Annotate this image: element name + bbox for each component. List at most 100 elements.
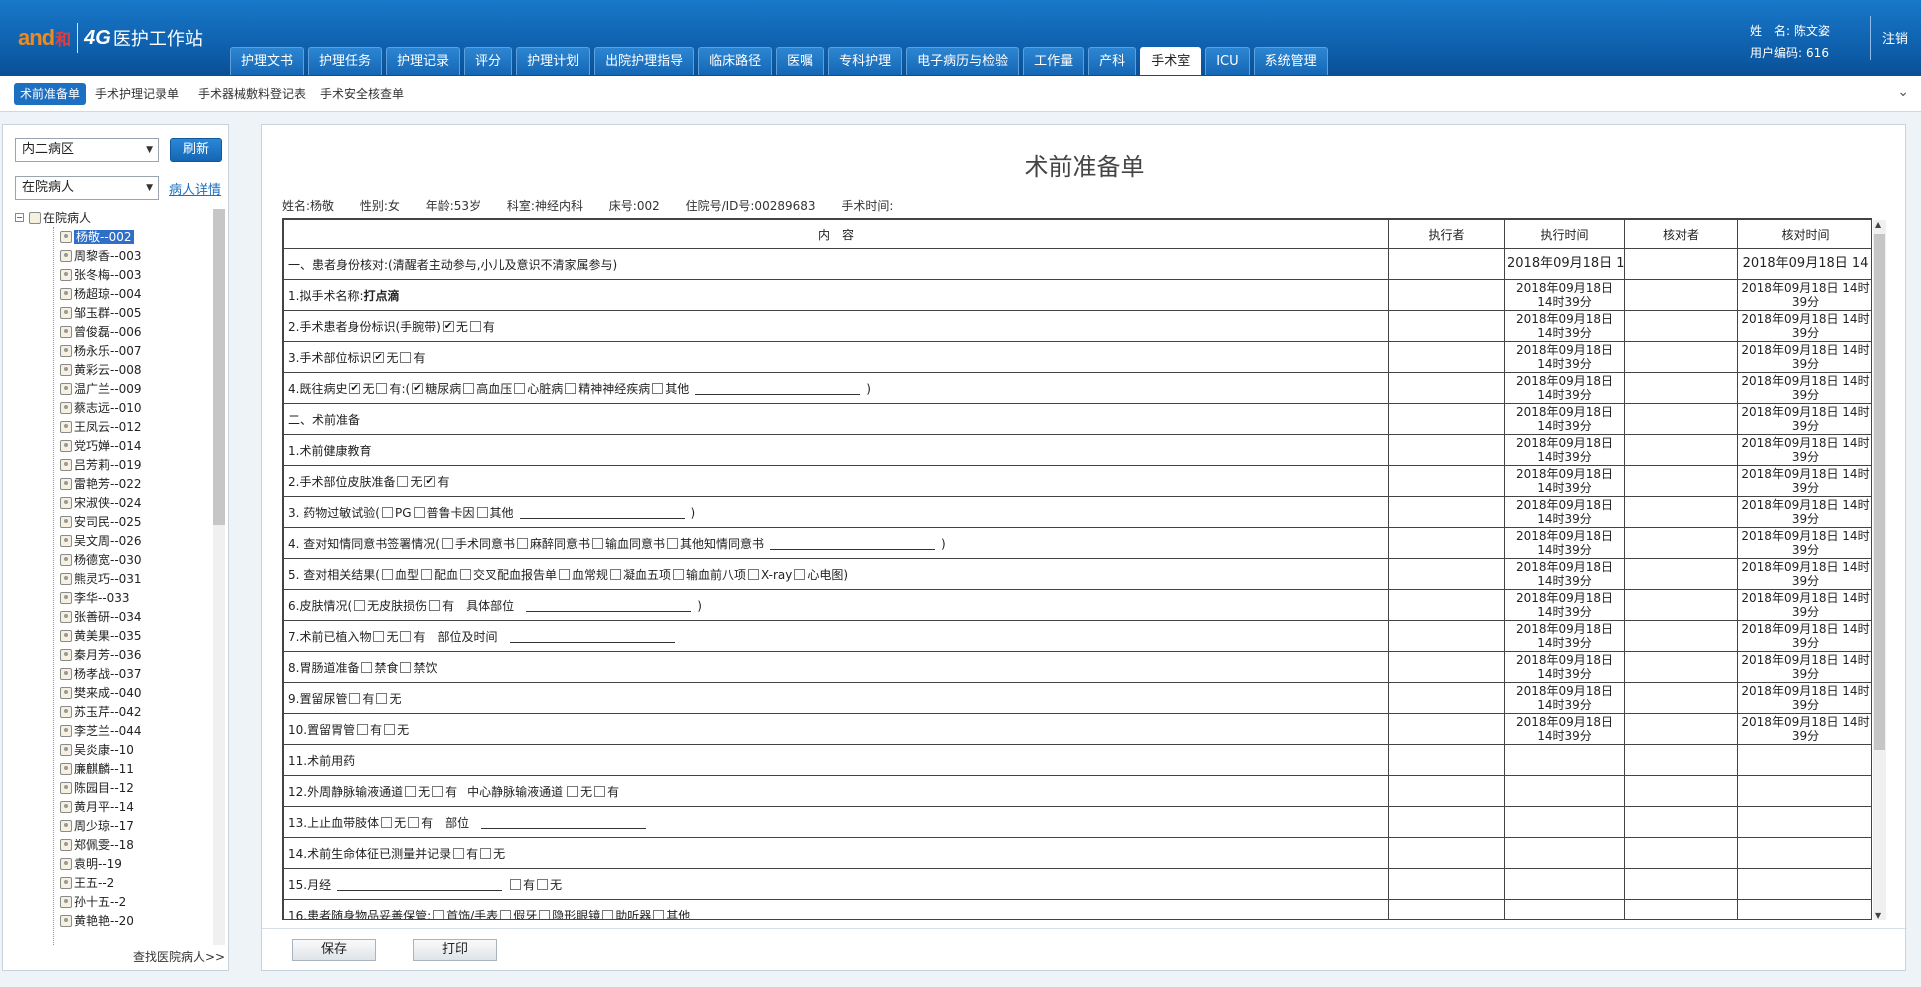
- option-checkbox[interactable]: [381, 506, 393, 518]
- check-time-cell[interactable]: 2018年09月18日 14时39分: [1737, 341, 1871, 373]
- checker-cell[interactable]: [1624, 558, 1738, 590]
- patient-tree-item[interactable]: 王凤云--012: [60, 418, 142, 436]
- executor-cell[interactable]: [1388, 279, 1505, 311]
- nav-tab-2[interactable]: 护理记录: [386, 47, 461, 75]
- executor-cell[interactable]: [1388, 775, 1505, 807]
- option-checkbox[interactable]: [459, 568, 471, 580]
- search-patient-link[interactable]: 查找医院病人>>: [133, 948, 225, 965]
- patient-detail-link[interactable]: 病人详情: [169, 179, 221, 198]
- option-checkbox[interactable]: [420, 568, 432, 580]
- executor-cell[interactable]: [1388, 713, 1505, 745]
- executor-cell[interactable]: [1388, 868, 1505, 900]
- executor-cell[interactable]: [1388, 310, 1505, 342]
- patient-tree-item[interactable]: 雷艳芳--022: [60, 475, 142, 493]
- check-time-cell[interactable]: [1737, 744, 1871, 776]
- checker-cell[interactable]: [1624, 465, 1738, 497]
- logout-link[interactable]: 注销: [1882, 28, 1908, 47]
- check-time-cell[interactable]: 2018年09月18日 14时39分: [1737, 558, 1871, 590]
- option-checkbox[interactable]: [400, 630, 412, 642]
- option-checkbox[interactable]: [412, 382, 424, 394]
- executor-cell[interactable]: [1388, 496, 1505, 528]
- patient-tree-item[interactable]: 宋淑侠--024: [60, 494, 142, 512]
- nav-tab-8[interactable]: 专科护理: [828, 47, 903, 75]
- option-checkbox[interactable]: [429, 599, 441, 611]
- option-checkbox[interactable]: [354, 599, 366, 611]
- check-time-cell[interactable]: 2018年09月18日 14时39分: [1737, 403, 1871, 435]
- exec-time-cell[interactable]: [1504, 806, 1625, 838]
- option-checkbox[interactable]: [381, 568, 393, 580]
- patient-tree-item[interactable]: 王五--2: [60, 874, 114, 892]
- option-checkbox[interactable]: [500, 909, 512, 919]
- checker-cell[interactable]: [1624, 620, 1738, 652]
- option-checkbox[interactable]: [652, 382, 664, 394]
- subnav-tab-2[interactable]: 手术器械敷料登记表: [192, 83, 312, 105]
- exec-time-cell[interactable]: 2018年09月18日 14时39分: [1504, 372, 1625, 404]
- checker-cell[interactable]: [1624, 837, 1738, 869]
- exec-time-cell[interactable]: 2018年09月18日 14时39分: [1504, 465, 1625, 497]
- patient-tree-item[interactable]: 党巧婵--014: [60, 437, 142, 455]
- option-checkbox[interactable]: [373, 630, 385, 642]
- exec-time-cell[interactable]: [1504, 868, 1625, 900]
- option-checkbox[interactable]: [433, 909, 445, 919]
- executor-cell[interactable]: [1388, 403, 1505, 435]
- exec-time-cell[interactable]: 2018年09月18日 14时39分: [1504, 279, 1625, 311]
- exec-time-cell[interactable]: 2018年09月18日 14时39分: [1504, 341, 1625, 373]
- option-checkbox[interactable]: [381, 816, 393, 828]
- scroll-down-icon[interactable]: ▼: [1875, 911, 1881, 920]
- patient-tree-item[interactable]: 秦月芳--036: [60, 646, 142, 664]
- patient-tree-item[interactable]: 杨孝战--037: [60, 665, 142, 683]
- option-checkbox[interactable]: [361, 661, 373, 673]
- fill-line[interactable]: [519, 517, 685, 519]
- option-checkbox[interactable]: [349, 382, 361, 394]
- nav-tab-1[interactable]: 护理任务: [308, 47, 383, 75]
- check-time-cell[interactable]: [1737, 837, 1871, 869]
- nav-tab-3[interactable]: 评分: [464, 47, 513, 75]
- option-checkbox[interactable]: [408, 816, 420, 828]
- subnav-tab-3[interactable]: 手术安全核查单: [314, 83, 410, 105]
- check-time-cell[interactable]: 2018年09月18日 14时39分: [1737, 372, 1871, 404]
- exec-time-cell[interactable]: [1504, 744, 1625, 776]
- exec-time-cell[interactable]: [1504, 899, 1625, 919]
- tree-collapse-toggle[interactable]: −: [15, 213, 24, 222]
- patient-tree-item[interactable]: 樊来成--040: [60, 684, 142, 702]
- executor-cell[interactable]: [1388, 682, 1505, 714]
- executor-cell[interactable]: [1388, 806, 1505, 838]
- check-time-cell[interactable]: 2018年09月18日 14时39分: [1737, 620, 1871, 652]
- check-time-cell[interactable]: [1737, 868, 1871, 900]
- fill-line[interactable]: [337, 889, 503, 891]
- patient-tree-item[interactable]: 孙十五--2: [60, 893, 126, 911]
- exec-time-cell[interactable]: 2018年09月18日 14时39分: [1504, 310, 1625, 342]
- option-checkbox[interactable]: [373, 351, 385, 363]
- check-time-cell[interactable]: 2018年09月18日 14时39分: [1737, 279, 1871, 311]
- checker-cell[interactable]: [1624, 248, 1738, 280]
- checker-cell[interactable]: [1624, 527, 1738, 559]
- exec-time-cell[interactable]: 2018年09月18日 14时39分: [1504, 620, 1625, 652]
- option-checkbox[interactable]: [400, 661, 412, 673]
- table-scrollbar[interactable]: ▲ ▼: [1873, 220, 1886, 920]
- checker-cell[interactable]: [1624, 682, 1738, 714]
- nav-tab-10[interactable]: 工作量: [1023, 47, 1085, 75]
- exec-time-cell[interactable]: 2018年09月18日 14时39分: [1504, 713, 1625, 745]
- nav-tab-14[interactable]: 系统管理: [1253, 47, 1328, 75]
- patient-tree-item[interactable]: 李华--033: [60, 589, 130, 607]
- check-time-cell[interactable]: 2018年09月18日 14: [1737, 248, 1871, 280]
- option-checkbox[interactable]: [349, 692, 361, 704]
- scroll-up-icon[interactable]: ▲: [1875, 220, 1881, 229]
- patient-tree-item[interactable]: 邹玉群--005: [60, 304, 142, 322]
- option-checkbox[interactable]: [514, 382, 526, 394]
- patient-tree-item[interactable]: 黄艳艳--20: [60, 912, 134, 930]
- check-time-cell[interactable]: 2018年09月18日 14时39分: [1737, 496, 1871, 528]
- option-checkbox[interactable]: [413, 506, 425, 518]
- check-time-cell[interactable]: 2018年09月18日 14时39分: [1737, 527, 1871, 559]
- table-scrollbar-thumb[interactable]: [1874, 234, 1885, 750]
- executor-cell[interactable]: [1388, 589, 1505, 621]
- executor-cell[interactable]: [1388, 558, 1505, 590]
- option-checkbox[interactable]: [453, 847, 465, 859]
- check-time-cell[interactable]: 2018年09月18日 14时39分: [1737, 434, 1871, 466]
- patient-tree-item[interactable]: 李芝兰--044: [60, 722, 142, 740]
- executor-cell[interactable]: [1388, 465, 1505, 497]
- checker-cell[interactable]: [1624, 899, 1738, 919]
- patient-tree-item[interactable]: 吕芳莉--019: [60, 456, 142, 474]
- checker-cell[interactable]: [1624, 806, 1738, 838]
- option-checkbox[interactable]: [384, 723, 396, 735]
